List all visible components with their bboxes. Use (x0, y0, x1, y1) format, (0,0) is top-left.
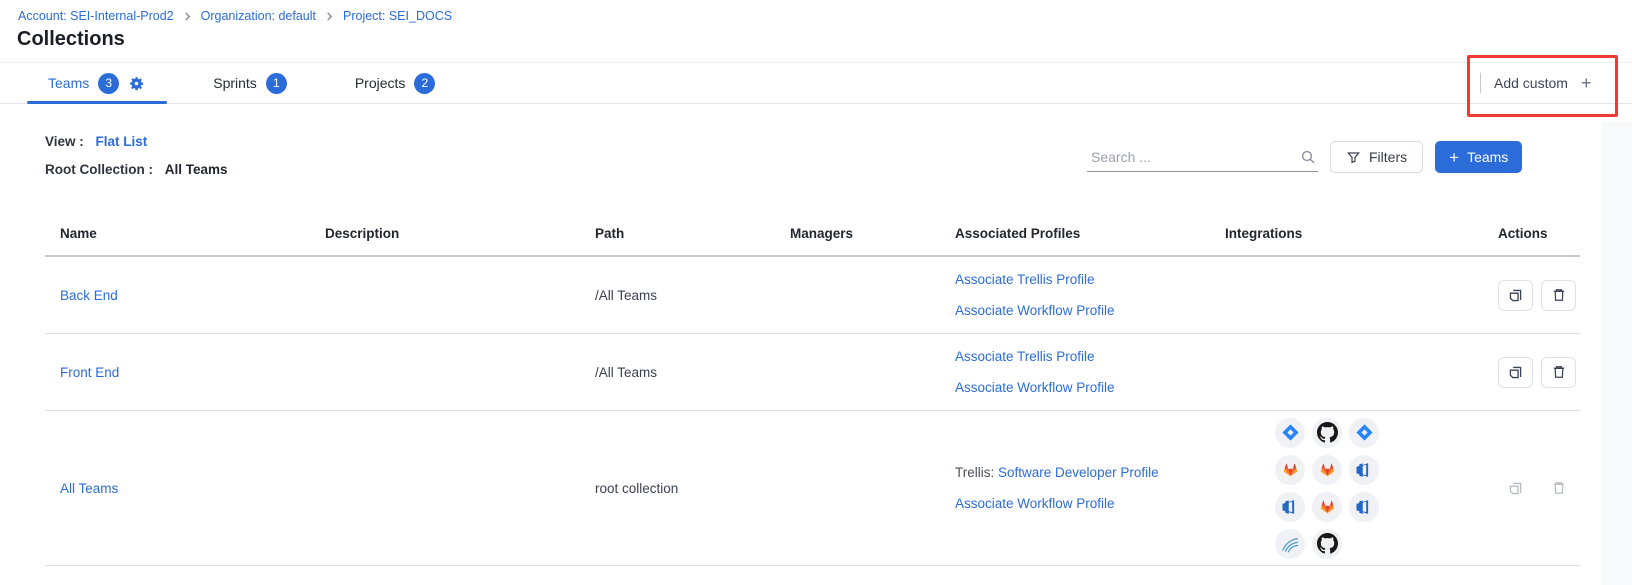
divider (1480, 73, 1481, 93)
root-collection-value: All Teams (165, 162, 228, 177)
delete-button[interactable] (1541, 280, 1576, 311)
integration-gitlab-icon (1312, 455, 1342, 485)
copy-button[interactable] (1498, 357, 1533, 388)
breadcrumb-project-link[interactable]: Project: SEI_DOCS (343, 9, 452, 23)
teams-count-badge: 3 (98, 73, 119, 94)
search-icon (1300, 149, 1316, 165)
path-cell: /All Teams (595, 288, 657, 303)
view-settings: View : Flat List Root Collection : All T… (45, 134, 228, 177)
trash-icon (1551, 480, 1567, 496)
breadcrumb: Account: SEI-Internal-Prod2 Organization… (18, 9, 452, 23)
add-custom-label: Add custom (1494, 75, 1568, 91)
page-title: Collections (17, 28, 125, 51)
sprints-count-badge: 1 (266, 73, 287, 94)
trellis-profile-link[interactable]: Software Developer Profile (998, 465, 1159, 480)
table-row: Front End /All Teams Associate Trellis P… (45, 334, 1580, 411)
delete-button-disabled (1541, 473, 1576, 504)
collection-name-link[interactable]: Front End (60, 365, 119, 380)
integration-gitlab-icon (1275, 455, 1305, 485)
column-header-actions: Actions (1498, 226, 1580, 241)
associate-workflow-profile-link[interactable]: Associate Workflow Profile (955, 380, 1115, 395)
associate-trellis-profile-link[interactable]: Associate Trellis Profile (955, 349, 1095, 364)
trellis-prefix-label: Trellis: (955, 465, 994, 480)
filters-button-label: Filters (1369, 149, 1407, 165)
plus-icon: + (1581, 74, 1592, 92)
tab-sprints-label: Sprints (213, 75, 257, 91)
chevron-right-icon (183, 12, 192, 21)
column-header-name: Name (45, 226, 325, 241)
integration-github-icon (1312, 418, 1342, 448)
integration-jira-icon (1275, 418, 1305, 448)
search-box (1087, 143, 1318, 172)
column-header-managers: Managers (790, 226, 955, 241)
chevron-right-icon (325, 12, 334, 21)
integrations-cell (1275, 418, 1379, 559)
gear-icon[interactable] (128, 75, 145, 92)
add-teams-button[interactable]: + Teams (1435, 141, 1522, 173)
tab-bar: Teams 3 Sprints 1 Projects 2 (0, 62, 1632, 104)
root-collection-label: Root Collection : (45, 162, 153, 177)
column-header-integrations: Integrations (1225, 226, 1498, 241)
copy-button[interactable] (1498, 280, 1533, 311)
tab-teams[interactable]: Teams 3 (48, 73, 145, 94)
associate-trellis-profile-link[interactable]: Associate Trellis Profile (955, 272, 1095, 287)
page-right-gutter (1601, 122, 1632, 585)
associate-workflow-profile-link[interactable]: Associate Workflow Profile (955, 303, 1115, 318)
breadcrumb-organization-link[interactable]: Organization: default (201, 9, 316, 23)
path-cell: /All Teams (595, 365, 657, 380)
integration-sonarqube-icon (1275, 529, 1305, 559)
breadcrumb-account-link[interactable]: Account: SEI-Internal-Prod2 (18, 9, 174, 23)
add-custom-button[interactable]: Add custom + (1480, 62, 1591, 104)
collections-table: Name Description Path Managers Associate… (45, 211, 1580, 566)
integration-github-icon (1312, 529, 1342, 559)
collection-name-link[interactable]: Back End (60, 288, 118, 303)
integration-jira-icon (1349, 418, 1379, 448)
active-tab-underline (27, 101, 167, 104)
search-input[interactable] (1089, 148, 1300, 166)
trash-icon (1551, 287, 1567, 303)
integration-azure-devops-icon (1349, 455, 1379, 485)
column-header-description: Description (325, 226, 595, 241)
view-label: View : (45, 134, 84, 149)
plus-icon: + (1449, 149, 1459, 166)
column-header-associated-profiles: Associated Profiles (955, 226, 1225, 241)
associate-workflow-profile-link[interactable]: Associate Workflow Profile (955, 496, 1115, 511)
delete-button[interactable] (1541, 357, 1576, 388)
copy-icon (1507, 480, 1524, 497)
path-cell: root collection (595, 481, 678, 496)
integration-azure-devops-icon (1275, 492, 1305, 522)
table-row: All Teams root collection Trellis: Softw… (45, 411, 1580, 566)
copy-icon (1507, 287, 1524, 304)
table-row: Back End /All Teams Associate Trellis Pr… (45, 257, 1580, 334)
projects-count-badge: 2 (414, 73, 435, 94)
copy-button-disabled (1498, 473, 1533, 504)
funnel-icon (1346, 150, 1361, 165)
table-toolbar: Filters + Teams (1087, 141, 1522, 173)
integration-azure-devops-icon (1349, 492, 1379, 522)
table-header-row: Name Description Path Managers Associate… (45, 211, 1580, 257)
add-teams-button-label: Teams (1467, 149, 1508, 165)
collection-name-link[interactable]: All Teams (60, 481, 118, 496)
column-header-path: Path (595, 226, 790, 241)
tab-projects[interactable]: Projects 2 (355, 73, 436, 94)
integration-gitlab-icon (1312, 492, 1342, 522)
trash-icon (1551, 364, 1567, 380)
tab-sprints[interactable]: Sprints 1 (213, 73, 287, 94)
copy-icon (1507, 364, 1524, 381)
filters-button[interactable]: Filters (1330, 141, 1423, 173)
view-flat-list-link[interactable]: Flat List (96, 134, 148, 149)
tab-teams-label: Teams (48, 75, 89, 91)
tab-projects-label: Projects (355, 75, 406, 91)
